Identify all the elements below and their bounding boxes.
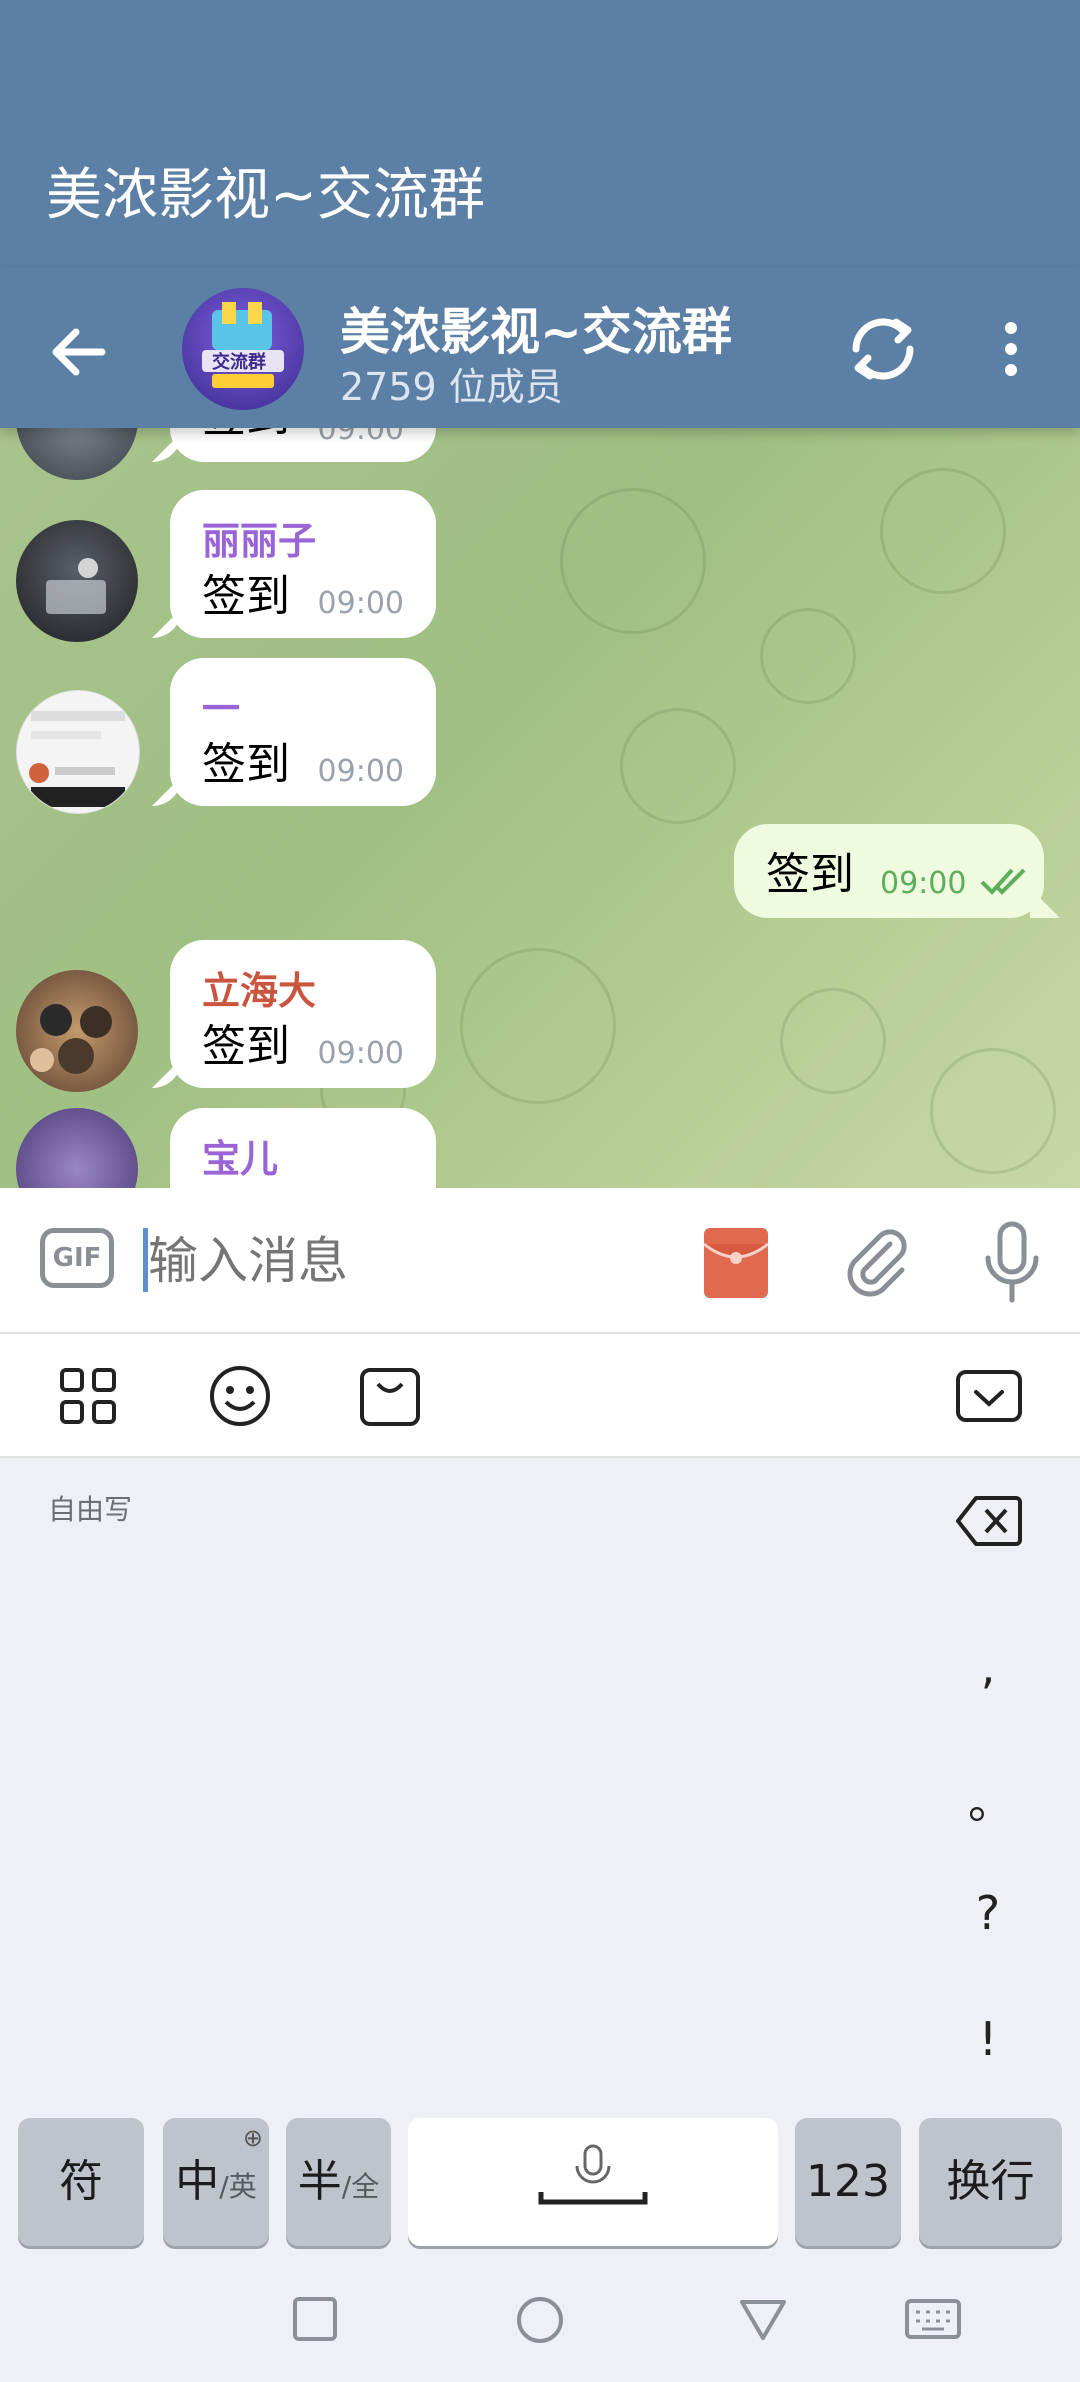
message-text: 签到: [202, 571, 290, 622]
avatar[interactable]: [16, 1108, 138, 1188]
keyboard-switch-icon[interactable]: [904, 2296, 962, 2346]
punct-period-key[interactable]: 。: [968, 1766, 1014, 1832]
backspace-icon[interactable]: [956, 1494, 1022, 1548]
message-time: 09:00: [317, 1036, 404, 1071]
half-label: 半: [297, 2156, 342, 2207]
message-text: 签到: [202, 739, 290, 790]
chat-messages-area[interactable]: 签到 09:00 丽丽子 签到 09:00 一 签到 09:00 签到 09:0…: [0, 428, 1080, 1188]
chat-header: 交流群 美浓影视~交流群 2759 位成员: [0, 268, 1080, 428]
back-arrow-icon[interactable]: [40, 312, 120, 392]
message-time: 09:00: [317, 428, 404, 447]
chinese-english-key[interactable]: 中/英 ⊕: [163, 2118, 269, 2246]
globe-icon: ⊕: [242, 2124, 263, 2152]
message-bubble[interactable]: 签到 09:00: [170, 428, 436, 462]
app-title-bar: 美浓影视~交流群: [0, 0, 1080, 268]
message-text: 签到: [202, 1021, 290, 1072]
avatar[interactable]: [16, 520, 138, 642]
freewrite-mode-label[interactable]: 自由写: [48, 1488, 132, 1528]
symbols-key[interactable]: 符: [18, 2118, 144, 2246]
punct-question-key[interactable]: ?: [968, 1886, 1008, 1940]
message-bubble[interactable]: 宝儿 签到: [170, 1108, 436, 1188]
sender-name[interactable]: 宝儿: [202, 1128, 278, 1183]
message-text: 签到: [202, 1178, 290, 1188]
recent-apps-icon[interactable]: [292, 2296, 338, 2346]
group-name[interactable]: 美浓影视~交流群: [340, 292, 732, 364]
punct-exclaim-key[interactable]: !: [968, 2012, 1008, 2066]
home-icon[interactable]: [516, 2296, 564, 2348]
keyboard-toolbar: [0, 1334, 1080, 1458]
apps-grid-icon[interactable]: [56, 1364, 120, 1428]
message-text: 签到: [766, 849, 854, 900]
message-time: 09:00: [317, 586, 404, 621]
group-avatar[interactable]: 交流群: [182, 288, 304, 410]
full-label: /全: [341, 2170, 380, 2203]
double-check-icon: [978, 864, 1030, 902]
microphone-icon[interactable]: [980, 1218, 1044, 1308]
outgoing-message-bubble[interactable]: 签到 09:00: [734, 824, 1044, 918]
message-input[interactable]: [146, 1218, 670, 1304]
more-vertical-icon[interactable]: [976, 304, 1046, 394]
avatar[interactable]: [16, 970, 138, 1092]
message-time: 09:00: [317, 754, 404, 789]
avatar[interactable]: [16, 690, 140, 814]
avatar[interactable]: [16, 428, 138, 480]
punct-comma-key[interactable]: ,: [968, 1640, 1008, 1694]
refresh-icon[interactable]: [838, 304, 928, 394]
hide-keyboard-icon[interactable]: [954, 1364, 1024, 1428]
message-text: 签到: [202, 428, 290, 444]
avatar-text: 交流群: [212, 352, 266, 373]
enter-key[interactable]: 换行: [919, 2118, 1062, 2246]
sender-name[interactable]: 立海大: [202, 960, 316, 1015]
message-input-bar: GIF: [0, 1188, 1080, 1334]
sender-name[interactable]: 丽丽子: [202, 510, 316, 565]
numbers-key[interactable]: 123: [795, 2118, 901, 2246]
paperclip-icon[interactable]: [840, 1224, 916, 1300]
message-bubble[interactable]: 丽丽子 签到 09:00: [170, 490, 436, 638]
chinese-label: 中: [175, 2156, 220, 2207]
gif-button[interactable]: GIF: [40, 1228, 114, 1288]
app-title: 美浓影视~交流群: [46, 163, 485, 228]
back-nav-icon[interactable]: [738, 2296, 788, 2346]
member-count: 2759 位成员: [340, 365, 563, 409]
emoji-icon[interactable]: [208, 1364, 272, 1428]
half-full-width-key[interactable]: 半/全: [286, 2118, 391, 2246]
space-key[interactable]: [408, 2118, 778, 2246]
sender-name[interactable]: 一: [202, 678, 240, 733]
message-bubble[interactable]: 立海大 签到 09:00: [170, 940, 436, 1088]
message-time: 09:00: [880, 866, 967, 901]
message-bubble[interactable]: 一 签到 09:00: [170, 658, 436, 806]
red-packet-icon[interactable]: [703, 1228, 769, 1298]
clipboard-bag-icon[interactable]: [358, 1364, 422, 1428]
